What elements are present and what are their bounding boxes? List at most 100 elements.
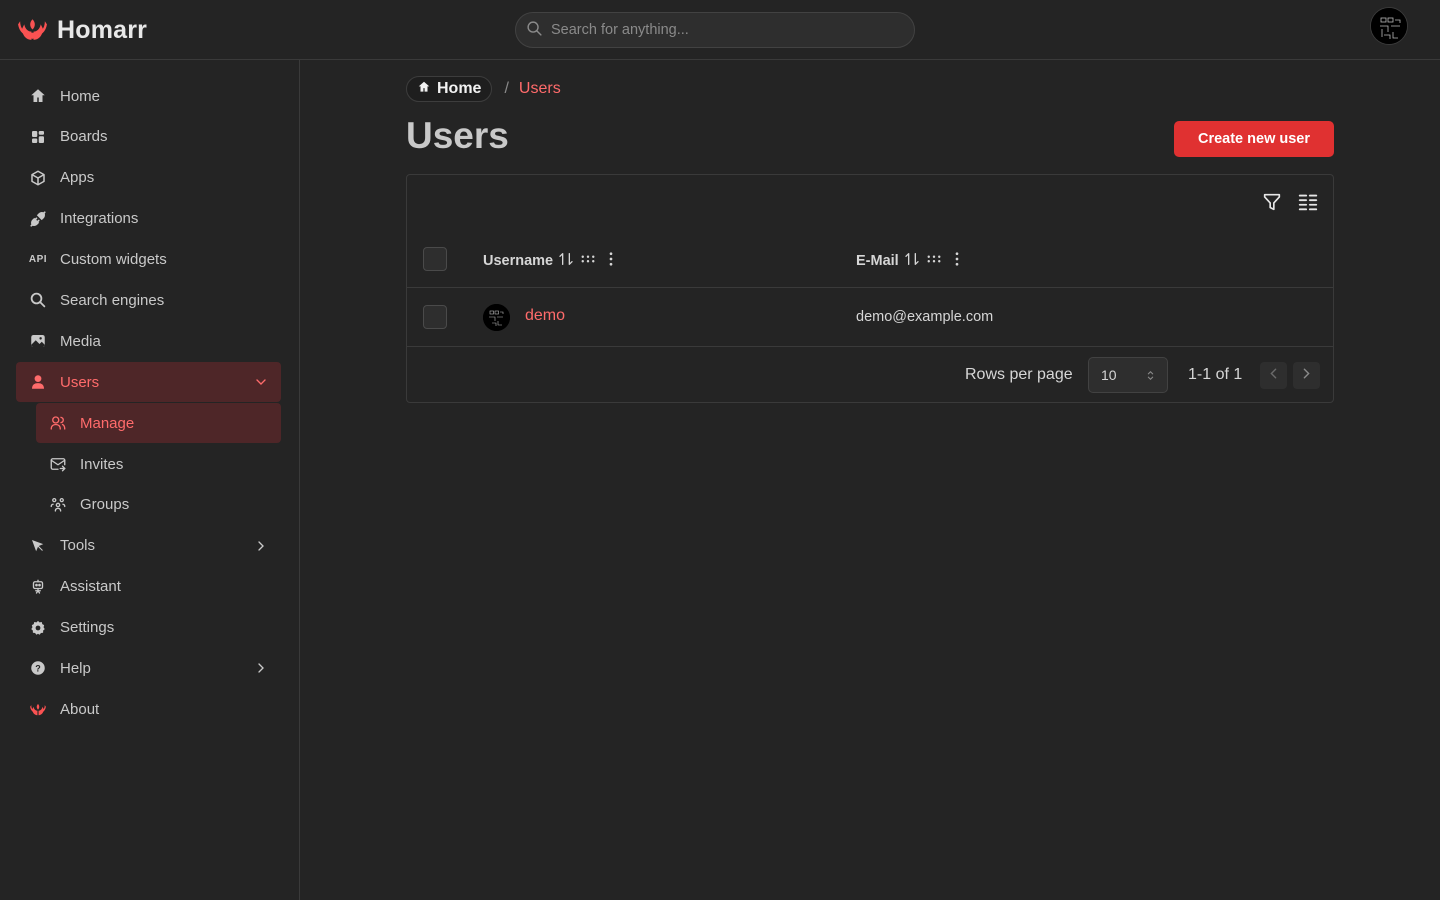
sidebar-item-label: Home	[60, 87, 101, 105]
users-icon	[48, 413, 68, 433]
sidebar-item-users[interactable]: Users	[16, 362, 281, 403]
next-page-button[interactable]	[1293, 362, 1320, 389]
pagination: Rows per page 10 1-1 of 1	[407, 347, 1333, 403]
sidebar-item-label: Users	[60, 373, 100, 391]
sidebar-item-label: Apps	[60, 169, 95, 187]
sidebar-item-search-engines[interactable]: Search engines	[16, 280, 281, 320]
mail-forward-icon	[48, 454, 68, 474]
users-group-icon	[48, 495, 68, 515]
rows-per-page-label: Rows per page	[965, 366, 1073, 383]
settings-icon	[28, 618, 48, 638]
sidebar-item-assistant[interactable]: Assistant	[16, 567, 281, 607]
sidebar-item-about[interactable]: About	[16, 689, 281, 729]
sidebar-item-custom-widgets[interactable]: API Custom widgets	[16, 240, 281, 280]
sidebar-item-label: Integrations	[60, 210, 139, 228]
sidebar-item-label: Media	[60, 332, 101, 350]
avatar-image-icon	[1371, 8, 1407, 44]
select-all-checkbox[interactable]	[423, 247, 447, 271]
sidebar-item-boards[interactable]: Boards	[16, 117, 281, 157]
photo-icon	[28, 331, 48, 351]
sidebar-item-label: Assistant	[60, 578, 121, 596]
api-icon: API	[28, 254, 48, 266]
sidebar-item-help[interactable]: ? Help	[16, 648, 281, 688]
sidebar-item-media[interactable]: Media	[16, 321, 281, 361]
users-submenu: Manage Invites Groups	[36, 403, 281, 525]
sidebar-item-tools[interactable]: Tools	[16, 526, 281, 566]
column-menu-icon[interactable]	[597, 250, 620, 272]
question-mark-icon: ?	[28, 658, 48, 678]
filter-icon[interactable]	[1261, 191, 1283, 213]
homarr-logo-icon	[16, 12, 49, 49]
column-menu-icon[interactable]	[943, 250, 966, 272]
sidebar-item-label: Search engines	[60, 291, 165, 309]
search-icon	[526, 20, 543, 41]
sidebar-item-home[interactable]: Home	[16, 76, 281, 116]
rows-per-page-select[interactable]: 10	[1088, 357, 1168, 393]
sidebar-item-apps[interactable]: Apps	[16, 158, 281, 198]
breadcrumb: Home / Users	[406, 76, 561, 102]
email-cell: demo@example.com	[856, 309, 994, 325]
breadcrumb-home-label: Home	[437, 80, 482, 97]
global-search[interactable]	[515, 12, 915, 48]
drag-handle-icon[interactable]	[574, 250, 597, 272]
row-checkbox[interactable]	[423, 305, 447, 329]
homarr-logo-icon	[28, 699, 48, 719]
sort-icon[interactable]	[553, 251, 574, 271]
column-header-username[interactable]: Username	[483, 250, 620, 272]
chevron-left-icon	[1265, 365, 1282, 386]
breadcrumb-current[interactable]: Users	[519, 80, 561, 98]
sidebar-item-label: Help	[60, 659, 91, 677]
svg-text:?: ?	[35, 664, 41, 674]
breadcrumb-home[interactable]: Home	[406, 76, 493, 102]
app-name: Homarr	[57, 16, 148, 44]
column-header-label: E-Mail	[856, 253, 899, 269]
plug-connected-icon	[28, 209, 48, 229]
username-link[interactable]: demo	[525, 307, 565, 325]
table-row: demo demo@example.com	[407, 288, 1333, 347]
sidebar-item-label: Manage	[80, 414, 135, 432]
sidebar-item-label: Invites	[80, 455, 124, 473]
table-header: Username E-Mail	[407, 231, 1333, 288]
robot-icon	[28, 577, 48, 597]
rows-per-page-value: 10	[1101, 367, 1117, 383]
search-input[interactable]	[551, 22, 891, 38]
user-icon	[28, 372, 48, 392]
avatar	[483, 304, 510, 331]
sidebar-item-label: Tools	[60, 537, 96, 555]
chevron-right-icon	[1298, 365, 1315, 386]
sidebar-item-label: Boards	[60, 128, 108, 146]
create-new-user-button[interactable]: Create new user	[1174, 121, 1334, 157]
sidebar-item-label: About	[60, 700, 100, 718]
drag-handle-icon[interactable]	[920, 250, 943, 272]
layout-dashboard-icon	[28, 127, 48, 147]
app-logo[interactable]: Homarr	[16, 12, 147, 49]
sidebar-item-label: Settings	[60, 619, 115, 637]
home-icon	[28, 86, 48, 106]
avatar-image-icon	[483, 304, 510, 331]
sort-icon[interactable]	[899, 251, 920, 271]
home-icon	[417, 80, 437, 99]
app-header: Homarr	[0, 0, 1440, 60]
pointer-icon	[28, 536, 48, 556]
sidebar-item-invites[interactable]: Invites	[36, 444, 281, 484]
chevron-right-icon	[253, 660, 269, 676]
sidebar-item-manage[interactable]: Manage	[36, 403, 281, 444]
previous-page-button[interactable]	[1260, 362, 1287, 389]
chevron-down-icon	[253, 374, 269, 390]
sidebar-item-label: Custom widgets	[60, 251, 167, 269]
column-header-label: Username	[483, 253, 554, 269]
box-icon	[28, 168, 48, 188]
page-title: Users	[406, 115, 509, 156]
sidebar-item-settings[interactable]: Settings	[16, 608, 281, 648]
sidebar-item-integrations[interactable]: Integrations	[16, 199, 281, 239]
column-header-email[interactable]: E-Mail	[856, 250, 966, 272]
columns-icon[interactable]	[1297, 191, 1319, 213]
chevron-right-icon	[253, 538, 269, 554]
users-table: Username E-Mail demo demo@example.com Ro…	[406, 174, 1334, 403]
search-icon	[28, 290, 48, 310]
sidebar-item-groups[interactable]: Groups	[36, 485, 281, 525]
sidebar: Home Boards Apps Integrations API Custom…	[0, 60, 300, 900]
user-avatar[interactable]	[1370, 7, 1408, 45]
sidebar-item-label: Groups	[80, 496, 130, 514]
breadcrumb-separator: /	[504, 80, 509, 97]
